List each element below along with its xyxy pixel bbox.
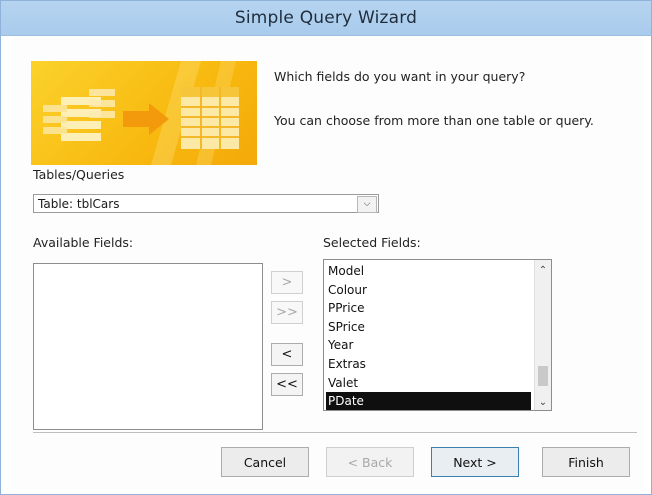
table-to-query-illustration-icon: [43, 61, 239, 165]
chevron-up-icon[interactable]: ⌃: [535, 262, 551, 278]
available-fields-list[interactable]: [33, 263, 263, 430]
selected-fields-label: Selected Fields:: [323, 235, 421, 250]
add-all-fields-button[interactable]: >>: [271, 301, 303, 324]
list-item[interactable]: Colour: [326, 281, 531, 300]
list-item[interactable]: Extras: [326, 355, 531, 374]
wizard-body: Which fields do you want in your query? …: [11, 37, 643, 489]
remove-all-fields-button[interactable]: <<: [271, 373, 303, 396]
back-button[interactable]: < Back: [326, 447, 414, 477]
query-wizard-window: Simple Query Wizard Which fields do you …: [0, 0, 652, 495]
list-item[interactable]: Valet: [326, 374, 531, 393]
remove-field-button[interactable]: <: [271, 343, 303, 366]
chevron-down-icon[interactable]: ⌄: [535, 394, 551, 410]
prompt-hint: You can choose from more than one table …: [274, 113, 594, 128]
cancel-button[interactable]: Cancel: [221, 447, 309, 477]
list-item-selected[interactable]: PDate: [326, 392, 531, 410]
list-item[interactable]: PPrice: [326, 299, 531, 318]
wizard-illustration: [31, 61, 257, 165]
tables-queries-value: Table: tblCars: [38, 197, 120, 211]
add-field-button[interactable]: >: [271, 271, 303, 294]
selected-fields-list[interactable]: Model Colour PPrice SPrice Year Extras V…: [323, 259, 552, 411]
list-item[interactable]: SPrice: [326, 318, 531, 337]
prompt-question: Which fields do you want in your query?: [274, 69, 526, 84]
chevron-down-icon[interactable]: ⌵: [357, 196, 377, 213]
tables-queries-select[interactable]: Table: tblCars ⌵: [33, 194, 379, 213]
window-title: Simple Query Wizard: [1, 1, 651, 36]
footer-divider: [33, 432, 637, 433]
next-button[interactable]: Next >: [431, 447, 519, 477]
selected-fields-scrollbar[interactable]: ⌃ ⌄: [534, 260, 551, 410]
list-item[interactable]: Model: [326, 262, 531, 281]
tables-queries-label: Tables/Queries: [33, 167, 125, 182]
list-item[interactable]: Year: [326, 336, 531, 355]
available-fields-label: Available Fields:: [33, 235, 134, 250]
scrollbar-thumb[interactable]: [538, 366, 548, 386]
finish-button[interactable]: Finish: [542, 447, 630, 477]
